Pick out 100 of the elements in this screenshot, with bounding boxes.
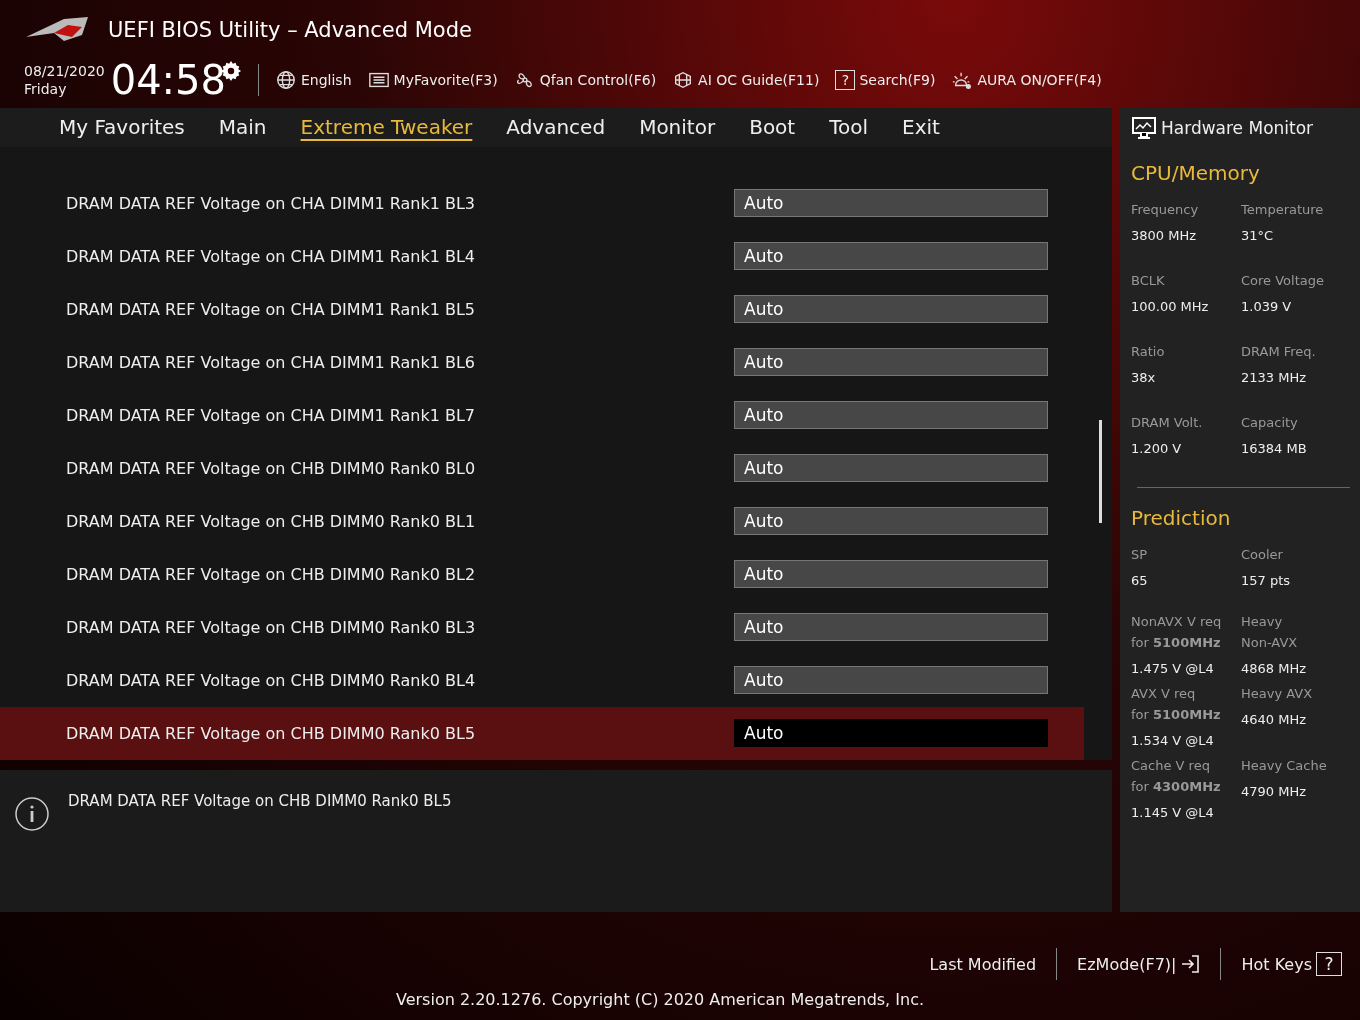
toolbar-button[interactable]: AURA ON/OFF(F4) [951,69,1102,91]
menu-tab[interactable]: Boot [749,115,796,140]
stat-label: SP [1131,546,1149,564]
stat-label: Cache V req [1131,757,1211,775]
value-field[interactable]: Auto [734,348,1048,377]
stat-value: 157 pts [1241,572,1292,590]
setting-label: DRAM DATA REF Voltage on CHB DIMM0 Rank0 BL1 [66,511,477,531]
stat-label: Heavy AVX [1241,685,1314,703]
setting-row[interactable]: DRAM DATA REF Voltage on CHB DIMM0 Rank0 BL2 Auto [0,547,1084,601]
setting-row[interactable]: DRAM DATA REF Voltage on CHB DIMM0 Rank0 BL1 Auto [0,494,1084,548]
value-field[interactable]: Auto [734,454,1048,483]
day-text: Friday [24,80,68,98]
menu-tab[interactable]: My Favorites [59,115,185,140]
info-icon [14,796,50,833]
setting-label: DRAM DATA REF Voltage on CHB DIMM0 Rank0 BL3 [66,617,477,637]
stat-value: 1.475 V @L4 [1131,660,1215,678]
toolbar-button[interactable]: MyFavorite(F3) [367,69,498,91]
clock-time: 04:58 [110,57,226,103]
help-text: DRAM DATA REF Voltage on CHB DIMM0 Rank0 BL5 [68,792,452,813]
stat-label: for 5100MHz [1131,634,1222,652]
stat-label: NonAVX V req [1131,613,1223,631]
date-text: 08/21/2020 [24,62,105,80]
last-modified-button[interactable]: Last Modified [929,954,1037,974]
stat-value: 16384 MB [1241,440,1308,458]
setting-label: DRAM DATA REF Voltage on CHA DIMM1 Rank1 BL7 [66,405,477,425]
value-field[interactable]: Auto [734,189,1048,218]
menu-tab[interactable]: Monitor [639,115,716,140]
stat-value: 38x [1131,369,1157,387]
globe-icon [275,69,297,91]
menu-tab[interactable]: Tool [829,115,869,140]
value-field[interactable]: Auto [734,719,1048,748]
value-field[interactable]: Auto [734,242,1048,271]
stat-label: Cooler [1241,546,1284,564]
setting-label: DRAM DATA REF Voltage on CHB DIMM0 Rank0 BL0 [66,458,477,478]
stat-value: 3800 MHz [1131,227,1198,245]
value-field[interactable]: Auto [734,613,1048,642]
setting-row[interactable]: DRAM DATA REF Voltage on CHB DIMM0 Rank0 BL4 Auto [0,653,1084,707]
stat-value: 4640 MHz [1241,711,1308,729]
stat-value: 65 [1131,572,1149,590]
menu-tab[interactable]: Main [218,115,267,140]
stat-label: Temperature [1241,201,1325,219]
setting-label: DRAM DATA REF Voltage on CHB DIMM0 Rank0 BL5 [66,723,477,743]
menu-tab[interactable]: Exit [902,115,940,140]
toolbar-button[interactable]: English [275,69,352,91]
toolbar-button[interactable]: AI OC Guide(F11) [672,69,820,91]
stat-label: DRAM Freq. [1241,343,1317,361]
stat-label: Frequency [1131,201,1200,219]
stat-label: Heavy [1241,613,1284,631]
window-title: UEFI BIOS Utility – Advanced Mode [108,18,472,42]
setting-label: DRAM DATA REF Voltage on CHA DIMM1 Rank1 BL3 [66,193,477,213]
exit-icon [1180,954,1201,974]
stat-label: AVX V req [1131,685,1197,703]
stat-value: 31°C [1241,227,1275,245]
stat-value: 1.039 V [1241,298,1293,316]
ez-mode-button[interactable]: EzMode(F7)| [1077,954,1201,974]
menu-tab[interactable]: Advanced [506,115,606,140]
stat-value: 4790 MHz [1241,783,1308,801]
toolbar-button[interactable]: ? Search(F9) [835,70,936,90]
selected-setting-row[interactable]: DRAM DATA REF Voltage on CHB DIMM0 Rank0 BL5 Auto [0,706,1084,760]
stat-value: 100.00 MHz [1131,298,1210,316]
setting-row[interactable]: DRAM DATA REF Voltage on CHA DIMM1 Rank1 BL5 Auto [0,282,1084,336]
scrollbar-thumb[interactable] [1099,419,1102,523]
stat-value: 4868 MHz [1241,660,1308,678]
monitor-icon [1131,115,1157,140]
setting-label: DRAM DATA REF Voltage on CHB DIMM0 Rank0 BL4 [66,670,477,690]
setting-row[interactable]: DRAM DATA REF Voltage on CHA DIMM1 Rank1 BL3 Auto [0,176,1084,230]
section-title: CPU/Memory [1131,161,1261,185]
value-field[interactable]: Auto [734,295,1048,324]
setting-row[interactable]: DRAM DATA REF Voltage on CHB DIMM0 Rank0 BL3 Auto [0,600,1084,654]
panel-title: Hardware Monitor [1161,117,1314,138]
setting-row[interactable]: DRAM DATA REF Voltage on CHA DIMM1 Rank1 BL6 Auto [0,335,1084,389]
setting-row[interactable]: DRAM DATA REF Voltage on CHA DIMM1 Rank1 BL7 Auto [0,388,1084,442]
setting-label: DRAM DATA REF Voltage on CHA DIMM1 Rank1 BL6 [66,352,477,372]
value-field[interactable]: Auto [734,666,1048,695]
stat-value: 1.534 V @L4 [1131,732,1215,750]
version-text: Version 2.20.1276. Copyright (C) 2020 American Megatrends, Inc. [395,990,925,1009]
stat-label: Ratio [1131,343,1166,361]
stat-label: for 4300MHz [1131,778,1222,796]
stat-label: Non-AVX [1241,634,1299,652]
setting-label: DRAM DATA REF Voltage on CHA DIMM1 Rank1 BL5 [66,299,477,319]
value-field[interactable]: Auto [734,560,1048,589]
setting-label: DRAM DATA REF Voltage on CHA DIMM1 Rank1 BL4 [66,246,477,266]
stat-label: DRAM Volt. [1131,414,1204,432]
setting-label: DRAM DATA REF Voltage on CHB DIMM0 Rank0 BL2 [66,564,477,584]
hot-keys-button[interactable]: Hot Keys ? [1241,952,1342,976]
stat-value: 1.200 V [1131,440,1183,458]
setting-row[interactable]: DRAM DATA REF Voltage on CHA DIMM1 Rank1 BL4 Auto [0,229,1084,283]
stat-label: Heavy Cache [1241,757,1328,775]
stat-value: 1.145 V @L4 [1131,804,1215,822]
section-title: Prediction [1131,506,1232,530]
menu-tab[interactable]: Extreme Tweaker [300,115,473,140]
toolbar-button[interactable]: Qfan Control(F6) [513,69,657,91]
stat-label: Core Voltage [1241,272,1325,290]
value-field[interactable]: Auto [734,507,1048,536]
setting-row[interactable]: DRAM DATA REF Voltage on CHB DIMM0 Rank0 BL0 Auto [0,441,1084,495]
stat-label: Capacity [1241,414,1299,432]
stat-value: 2133 MHz [1241,369,1308,387]
stat-label: BCLK [1131,272,1166,290]
stat-label: for 5100MHz [1131,706,1222,724]
value-field[interactable]: Auto [734,401,1048,430]
